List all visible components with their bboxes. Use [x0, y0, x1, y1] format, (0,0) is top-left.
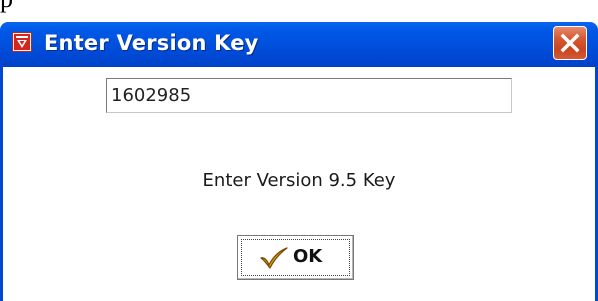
checkmark-icon	[259, 247, 289, 269]
dialog-titlebar[interactable]: Enter Version Key	[0, 22, 598, 67]
dialog-body: Enter Version 9.5 Key OK	[0, 67, 598, 301]
version-key-input[interactable]	[106, 78, 512, 113]
close-icon	[560, 33, 580, 53]
close-button[interactable]	[553, 26, 587, 60]
ok-button-label: OK	[293, 246, 323, 267]
app-logo-icon	[12, 32, 32, 52]
version-key-dialog: p Enter Version Key Enter Version 9.5 Ke…	[0, 0, 598, 301]
dialog-title: Enter Version Key	[44, 31, 259, 55]
ok-button[interactable]: OK	[237, 235, 354, 280]
background-text: p	[0, 0, 13, 14]
version-key-prompt: Enter Version 9.5 Key	[202, 170, 396, 191]
background-content-strip: p	[0, 0, 598, 22]
